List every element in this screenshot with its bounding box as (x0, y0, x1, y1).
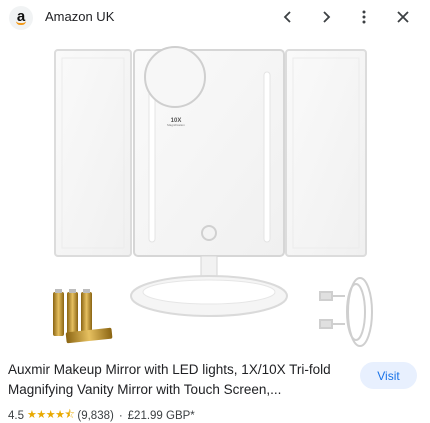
price: £21.99 GBP* (127, 409, 195, 422)
top-bar: a Amazon UK (0, 0, 430, 34)
usb-cable-image (319, 277, 373, 347)
product-image[interactable]: 10X Magnification (0, 34, 430, 347)
product-title[interactable]: Auxmir Makeup Mirror with LED lights, 1X… (8, 360, 348, 400)
magnifier-label-text: Magnification (167, 123, 185, 127)
chevron-right-icon[interactable] (312, 3, 340, 31)
more-vert-icon[interactable] (350, 3, 378, 31)
rating-value: 4.5 (8, 409, 24, 422)
close-icon[interactable] (389, 3, 417, 31)
amazon-favicon-icon: a (9, 6, 33, 30)
chevron-left-icon[interactable] (274, 3, 302, 31)
mirror-product-image (53, 46, 373, 347)
star-rating-icon: ★★★★⯪ (27, 409, 75, 421)
separator: · (118, 409, 123, 422)
magnifier-label: 10X Magnification (164, 118, 188, 127)
batteries-image (53, 289, 113, 344)
site-name[interactable]: Amazon UK (45, 9, 114, 24)
rating-row: 4.5 ★★★★⯪ (9,838) · £21.99 GBP* (8, 406, 195, 423)
visit-button[interactable]: Visit (360, 362, 417, 389)
review-count: (9,838) (77, 409, 114, 422)
